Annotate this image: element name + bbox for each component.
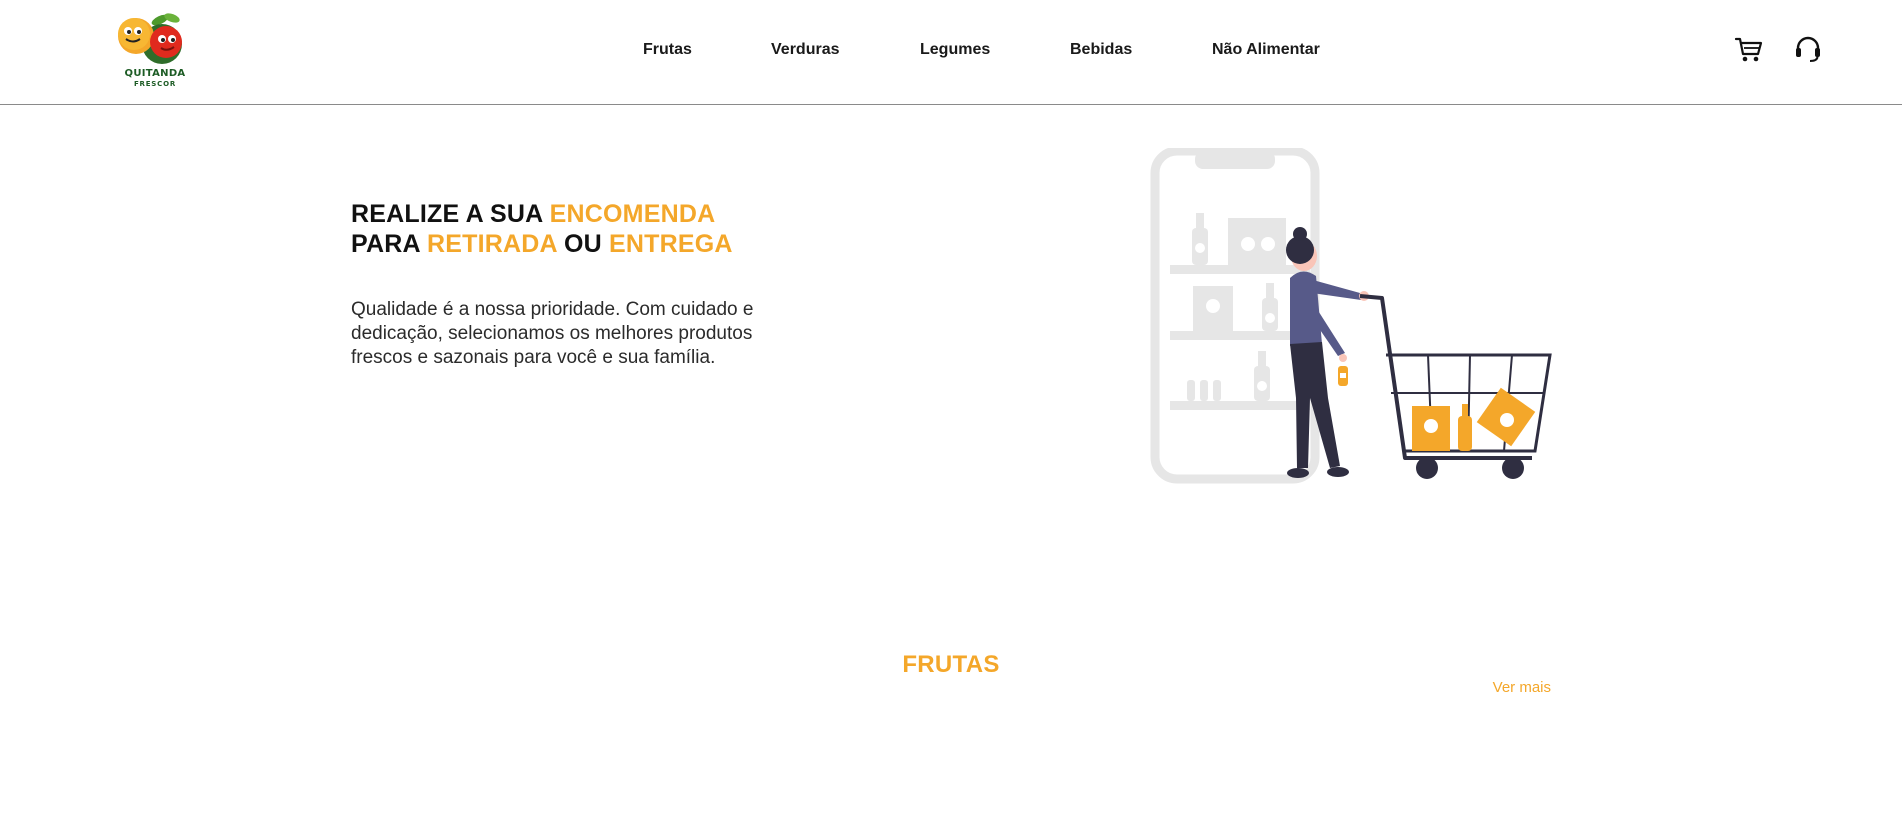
- support-button[interactable]: [1792, 33, 1824, 65]
- brand-name: QUITANDA: [124, 68, 186, 79]
- cart-button[interactable]: [1733, 33, 1765, 65]
- hero-title-part: OU: [556, 230, 610, 258]
- section-title-frutas: FRUTAS: [902, 651, 1000, 678]
- site-header: QUITANDA FRESCOR Frutas Verduras Legumes…: [0, 0, 1902, 105]
- hero-title-highlight: ENTREGA: [609, 230, 733, 258]
- see-more-link[interactable]: Ver mais: [1493, 679, 1551, 696]
- shopping-cart-illustration: [1150, 148, 1552, 484]
- hero-title-highlight: ENCOMENDA: [549, 200, 716, 228]
- nav-item-verduras[interactable]: Verduras: [771, 41, 839, 59]
- headset-icon: [1796, 36, 1820, 62]
- hero-title: REALIZE A SUA ENCOMENDA PARA RETIRADA OU…: [351, 199, 733, 259]
- cart-icon: [1734, 37, 1763, 62]
- hero-title-highlight: RETIRADA: [427, 230, 557, 258]
- main-nav: Frutas Verduras Legumes Bebidas Não Alim…: [0, 41, 1902, 63]
- nav-item-legumes[interactable]: Legumes: [920, 41, 990, 59]
- nav-item-frutas[interactable]: Frutas: [643, 41, 692, 59]
- hero-description: Qualidade é a nossa prioridade. Com cuid…: [351, 299, 754, 368]
- nav-item-nao-alimentar[interactable]: Não Alimentar: [1212, 41, 1320, 59]
- hero-title-part: REALIZE A SUA: [351, 200, 550, 228]
- hero-title-part: PARA: [351, 230, 427, 258]
- brand-subname: FRESCOR: [133, 80, 177, 88]
- nav-item-bebidas[interactable]: Bebidas: [1070, 41, 1132, 59]
